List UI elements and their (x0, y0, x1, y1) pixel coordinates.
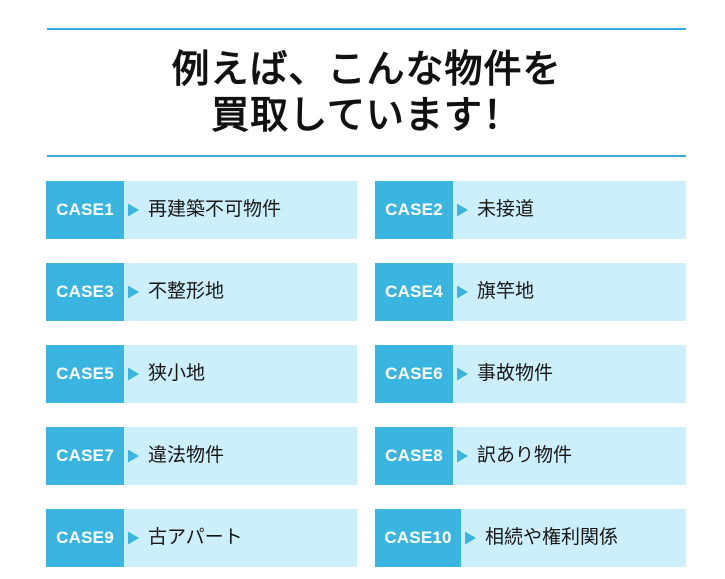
case-title-1: 再建築不可物件 (148, 199, 282, 220)
case-title-8: 訳あり物件 (477, 445, 573, 466)
arrow-right-icon (465, 531, 476, 545)
case-title-7: 違法物件 (148, 445, 225, 466)
arrow-right-icon (128, 285, 139, 299)
arrow-right-icon (457, 203, 468, 217)
case-card-1[interactable]: CASE1 再建築不可物件 (46, 181, 357, 239)
arrow-right-icon (457, 367, 468, 381)
arrow-right-icon (457, 449, 468, 463)
case-badge-label: CASE2 (385, 200, 443, 219)
case-title-2: 未接道 (477, 199, 535, 220)
case-card-8[interactable]: CASE8 訳あり物件 (375, 427, 686, 485)
case-title-6: 事故物件 (477, 363, 554, 384)
arrow-right-icon (128, 203, 139, 217)
case-badge-label: CASE7 (56, 446, 114, 465)
case-badge-3: CASE3 (46, 263, 124, 321)
case-badge-label: CASE5 (56, 364, 114, 383)
case-badge-label: CASE8 (385, 446, 443, 465)
case-badge-9: CASE9 (46, 509, 124, 567)
case-title-3: 不整形地 (148, 281, 225, 302)
case-badge-label: CASE6 (385, 364, 443, 383)
case-row: CASE7 違法物件 CASE8 訳あり物件 (46, 427, 686, 485)
arrow-right-icon (128, 367, 139, 381)
case-row: CASE3 不整形地 CASE4 旗竿地 (46, 263, 686, 321)
case-card-6[interactable]: CASE6 事故物件 (375, 345, 686, 403)
case-badge-10: CASE10 (375, 509, 461, 567)
case-row: CASE9 古アパート CASE10 相続や権利関係 (46, 509, 686, 567)
page-title-line-2: 買取しています！ (211, 95, 522, 137)
case-badge-6: CASE6 (375, 345, 453, 403)
case-badge-5: CASE5 (46, 345, 124, 403)
arrow-right-icon (457, 285, 468, 299)
case-title-9: 古アパート (148, 527, 243, 548)
case-grid: CASE1 再建築不可物件 CASE2 未接道 CASE3 不整形地 CASE4… (46, 181, 686, 567)
case-card-5[interactable]: CASE5 狭小地 (46, 345, 357, 403)
case-badge-7: CASE7 (46, 427, 124, 485)
case-badge-8: CASE8 (375, 427, 453, 485)
case-badge-2: CASE2 (375, 181, 453, 239)
arrow-right-icon (128, 449, 139, 463)
case-row: CASE5 狭小地 CASE6 事故物件 (46, 345, 686, 403)
case-badge-4: CASE4 (375, 263, 453, 321)
case-list-page: 例えば、こんな物件を 買取しています！ CASE1 再建築不可物件 CASE2 … (0, 0, 725, 579)
case-title-5: 狭小地 (148, 363, 206, 384)
case-badge-label: CASE1 (56, 200, 114, 219)
case-card-7[interactable]: CASE7 違法物件 (46, 427, 357, 485)
case-card-2[interactable]: CASE2 未接道 (375, 181, 686, 239)
case-badge-label: CASE10 (384, 528, 452, 547)
case-row: CASE1 再建築不可物件 CASE2 未接道 (46, 181, 686, 239)
heading-bottom-rule (47, 155, 686, 157)
case-badge-label: CASE3 (56, 282, 114, 301)
page-title-line-1: 例えば、こんな物件を (171, 49, 562, 91)
case-card-3[interactable]: CASE3 不整形地 (46, 263, 357, 321)
case-title-10: 相続や権利関係 (485, 527, 619, 548)
case-title-4: 旗竿地 (477, 281, 535, 302)
case-badge-label: CASE9 (56, 528, 114, 547)
heading-section: 例えば、こんな物件を 買取しています！ (47, 28, 686, 157)
case-card-4[interactable]: CASE4 旗竿地 (375, 263, 686, 321)
case-card-9[interactable]: CASE9 古アパート (46, 509, 357, 567)
page-title: 例えば、こんな物件を 買取しています！ (47, 30, 686, 155)
arrow-right-icon (128, 531, 139, 545)
case-badge-label: CASE4 (385, 282, 443, 301)
case-card-10[interactable]: CASE10 相続や権利関係 (375, 509, 686, 567)
case-badge-1: CASE1 (46, 181, 124, 239)
